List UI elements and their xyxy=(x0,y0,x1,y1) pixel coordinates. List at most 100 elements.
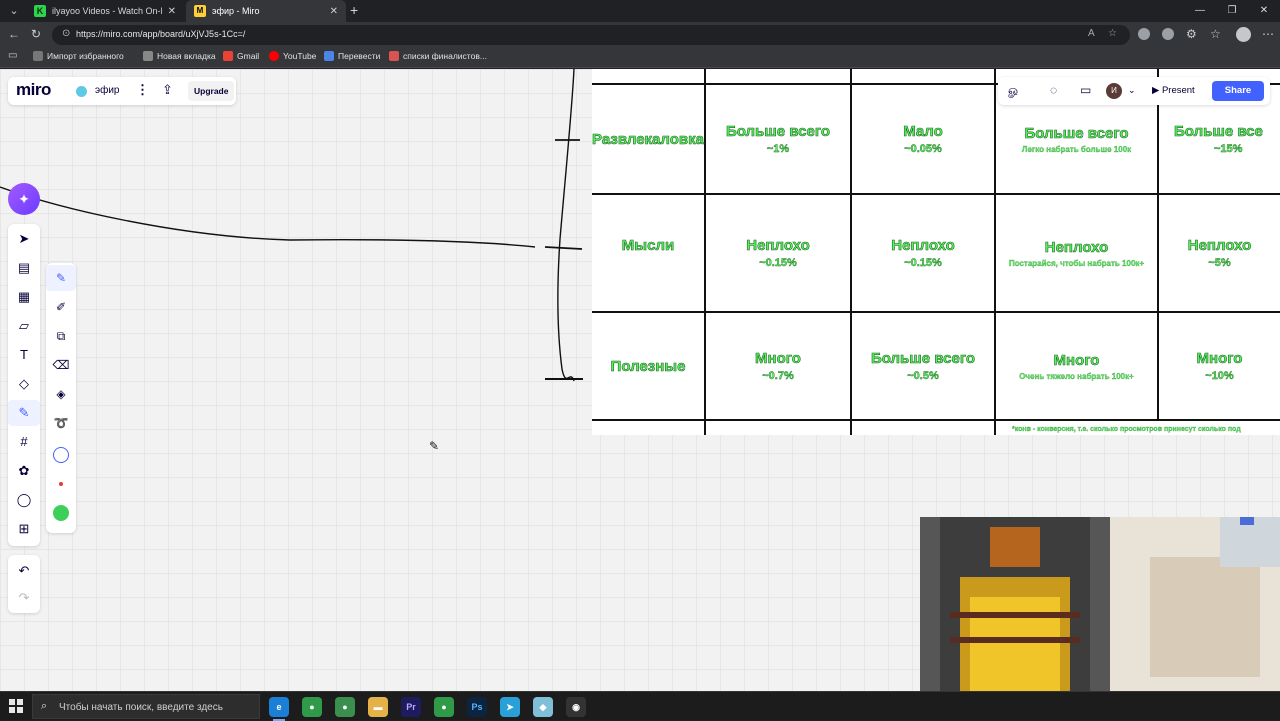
table-cell: Неплохо ~5% xyxy=(1159,195,1280,311)
comment-tool-icon[interactable]: ◯ xyxy=(8,487,40,513)
comments-icon[interactable]: ◌ xyxy=(1050,83,1057,97)
shapes-icon[interactable]: ◇ xyxy=(8,371,40,397)
reactions-icon[interactable]: ௐ xyxy=(1008,83,1020,99)
page-icon xyxy=(143,51,153,61)
notes-app-icon[interactable]: ◆ xyxy=(533,697,553,717)
cell-main: Много xyxy=(755,350,802,368)
table-tool-icon[interactable]: ▦ xyxy=(8,284,40,310)
smart-drawing-icon[interactable]: ⧉ xyxy=(46,323,76,349)
table-row-header: Мысли xyxy=(592,195,704,295)
more-options-icon[interactable]: ⋯ xyxy=(1262,27,1274,41)
bookmark-translate[interactable]: Перевести xyxy=(324,51,380,61)
color-swatch-red[interactable] xyxy=(53,476,69,492)
color-swatch-black[interactable] xyxy=(53,447,69,463)
text-tool-icon[interactable]: T xyxy=(8,342,40,368)
obs-icon[interactable]: ◉ xyxy=(566,697,586,717)
table-cell: Больше всего ~0.5% xyxy=(852,313,994,419)
edge-browser-icon[interactable]: e xyxy=(269,697,289,721)
favorite-star-icon[interactable]: ☆ xyxy=(1108,28,1117,39)
bookmark-import[interactable]: Импорт избранного xyxy=(33,51,124,61)
present-label: Present xyxy=(1161,85,1195,96)
comparison-table[interactable]: Развлекаловка Больше всего ~1% Мало ~0.0… xyxy=(592,69,1280,435)
read-aloud-icon[interactable]: A xyxy=(1088,28,1095,39)
miro-favicon-icon: M xyxy=(194,5,206,17)
user-avatar[interactable]: И xyxy=(1106,83,1122,99)
url-text: https://miro.com/app/board/uXjVJ5s-1Cc=/ xyxy=(76,29,246,39)
back-arrow-icon[interactable]: ← xyxy=(8,27,20,41)
apps-icon[interactable]: ✿ xyxy=(8,458,40,484)
table-cell: Много ~0.7% xyxy=(706,313,850,419)
photoshop-icon[interactable]: Ps xyxy=(467,697,487,717)
page-icon xyxy=(389,51,399,61)
tab-close-icon[interactable]: ✕ xyxy=(330,6,338,17)
favorites-icon[interactable]: ☆ xyxy=(1210,27,1221,41)
cell-main: Больше все xyxy=(1174,123,1263,141)
minimize-icon[interactable]: — xyxy=(1184,0,1216,22)
taskbar-search-input[interactable]: ⌕ Чтобы начать поиск, введите здесь xyxy=(32,694,260,719)
pen-tool-icon[interactable]: ✎ xyxy=(8,400,40,426)
color-swatch-green[interactable] xyxy=(53,505,69,521)
search-placeholder: Чтобы начать поиск, введите здесь xyxy=(59,702,223,713)
site-info-icon[interactable]: ⊙ xyxy=(62,28,70,39)
eraser-icon[interactable]: ⌫ xyxy=(46,352,76,378)
address-bar[interactable]: ⊙ https://miro.com/app/board/uXjVJ5s-1Cc… xyxy=(52,25,1130,45)
redo-icon[interactable]: ↷ xyxy=(8,585,40,611)
bookmarks-bar: ▭ Импорт избранного Новая вкладка Gmail … xyxy=(0,48,1280,68)
video-call-icon[interactable]: ▭ xyxy=(1080,83,1091,97)
chrome-app-icon[interactable]: ● xyxy=(434,697,454,717)
sticky-note-icon[interactable]: ▱ xyxy=(8,313,40,339)
more-tools-icon[interactable]: ⊞ xyxy=(8,516,40,542)
lasso-icon[interactable]: ➰ xyxy=(46,410,76,436)
stream-video-image xyxy=(920,517,1280,691)
pen-icon[interactable]: ✎ xyxy=(46,265,76,291)
tab-search-icon[interactable]: ⌄ xyxy=(6,3,22,19)
eraser-all-icon[interactable]: ◈ xyxy=(46,381,76,407)
select-tool-icon[interactable]: ➤ xyxy=(8,226,40,252)
profile-avatar[interactable] xyxy=(1236,27,1251,42)
reload-icon[interactable]: ↻ xyxy=(31,27,41,41)
table-row-header: Полезные xyxy=(592,313,704,419)
new-tab-plus-icon[interactable]: + xyxy=(350,2,358,18)
tab-miro-board[interactable]: M эфир - Miro ✕ xyxy=(186,0,346,22)
table-cell: Больше всего ~1% xyxy=(706,85,850,193)
bookmark-youtube[interactable]: YouTube xyxy=(269,51,316,61)
share-button[interactable]: Share xyxy=(1212,81,1264,101)
close-window-icon[interactable]: ✕ xyxy=(1248,0,1280,22)
tab-close-icon[interactable]: ✕ xyxy=(168,6,176,17)
windows-start-icon[interactable] xyxy=(9,699,23,713)
miro-logo[interactable]: miro xyxy=(16,80,51,100)
templates-icon[interactable]: ▤ xyxy=(8,255,40,281)
premiere-pro-icon[interactable]: Pr xyxy=(401,697,421,717)
upgrade-button[interactable]: Upgrade xyxy=(188,81,235,101)
chevron-down-icon[interactable]: ⌄ xyxy=(1128,85,1136,96)
highlighter-icon[interactable]: ✐ xyxy=(46,294,76,320)
board-menu-icon[interactable]: ⋮ xyxy=(136,82,149,98)
cell-main: Неплохо xyxy=(1044,238,1109,256)
bookmark-finalists[interactable]: списки финалистов... xyxy=(389,51,487,61)
present-button[interactable]: ▶ Present xyxy=(1146,81,1201,101)
cell-main: Больше всего xyxy=(870,350,976,368)
bookmark-new-tab[interactable]: Новая вкладка xyxy=(143,51,216,61)
cell-main: Больше всего xyxy=(725,123,831,141)
export-icon[interactable]: ⇪ xyxy=(162,82,173,98)
extension-icon[interactable] xyxy=(1162,28,1174,40)
chrome-profile-icon[interactable]: ● xyxy=(335,697,355,717)
file-explorer-icon[interactable]: ▬ xyxy=(368,697,388,717)
cell-sub: ~0.5% xyxy=(907,370,939,382)
telegram-icon[interactable]: ➤ xyxy=(500,697,520,717)
ai-assistant-icon[interactable]: ✦ xyxy=(8,183,40,215)
apps-icon[interactable]: ▭ xyxy=(8,50,17,61)
chrome-icon[interactable]: ● xyxy=(302,697,322,717)
row-category: Мысли xyxy=(621,236,675,254)
restore-icon[interactable]: ❐ xyxy=(1216,0,1248,22)
extension-icon[interactable] xyxy=(1138,28,1150,40)
bookmark-gmail[interactable]: Gmail xyxy=(223,51,259,61)
bookmark-label: Gmail xyxy=(237,51,260,61)
row-category: Развлекаловка xyxy=(592,130,704,148)
tab-ilyayoo-videos[interactable]: K ilyayoo Videos - Watch On-Dema ✕ xyxy=(26,0,184,22)
extensions-puzzle-icon[interactable]: ⚙ xyxy=(1186,27,1197,41)
frame-tool-icon[interactable]: # xyxy=(8,429,40,455)
board-name[interactable]: эфир xyxy=(95,85,119,96)
undo-icon[interactable]: ↶ xyxy=(8,558,40,584)
miro-board-canvas[interactable]: Развлекаловка Больше всего ~1% Мало ~0.0… xyxy=(0,69,1280,691)
